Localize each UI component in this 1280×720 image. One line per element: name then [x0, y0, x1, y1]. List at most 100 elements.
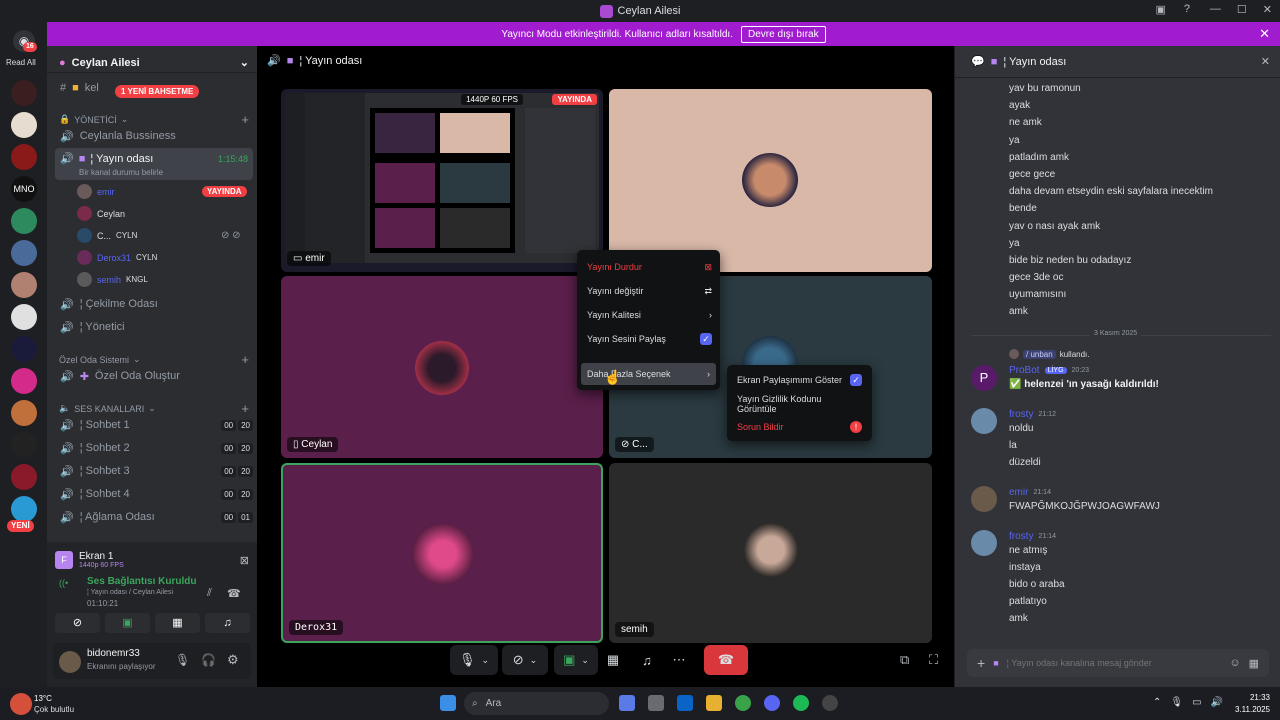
- add-channel-icon[interactable]: +: [241, 401, 249, 416]
- category-ozel[interactable]: Özel Oda Sistemi ⌄ +: [59, 352, 249, 367]
- server-icon[interactable]: [11, 304, 37, 330]
- server-icon[interactable]: [11, 208, 37, 234]
- inbox-icon[interactable]: ▣: [1155, 3, 1165, 16]
- discord-icon[interactable]: [764, 695, 780, 711]
- minimize-button[interactable]: —: [1210, 3, 1221, 16]
- microphone-icon[interactable]: 🎙: [175, 653, 190, 667]
- noise-suppression-icon[interactable]: ⫽: [207, 587, 212, 600]
- emoji-picker-icon[interactable]: ☺: [1229, 657, 1240, 669]
- fullscreen-icon[interactable]: ⛶: [929, 652, 938, 668]
- author-name[interactable]: emir: [1009, 487, 1028, 498]
- voice-user[interactable]: Derox31 CYLN: [77, 250, 157, 265]
- show-my-share-item[interactable]: Ekran Paylaşımımı Göster ✓: [737, 369, 862, 391]
- start-icon[interactable]: [440, 695, 456, 711]
- command-mention[interactable]: / unban: [1023, 349, 1056, 359]
- channel-voice[interactable]: 🔊 ¦ Sohbet 2 00 20: [55, 438, 253, 458]
- voice-user[interactable]: semih KNGL: [77, 272, 148, 287]
- change-stream-item[interactable]: Yayını değiştir ⇄: [587, 280, 712, 302]
- server-icon[interactable]: MNO: [11, 176, 37, 202]
- channel-cekilme[interactable]: 🔊 ¦ Çekilme Odası: [55, 294, 253, 314]
- channel-voice[interactable]: 🔊 ¦ Sohbet 1 00 20: [55, 415, 253, 435]
- stop-stream-item[interactable]: Yayını Durdur ⊠: [587, 256, 712, 278]
- stream-tile[interactable]: 1440P 60 FPS YAYINDA ▭ emir: [281, 89, 603, 272]
- privacy-code-item[interactable]: Yayın Gizlilik Kodunu Görüntüle: [737, 393, 862, 415]
- message-input[interactable]: [1006, 658, 1222, 668]
- server-icon[interactable]: [11, 80, 37, 106]
- clock-date[interactable]: 3.11.2025: [1222, 705, 1270, 714]
- category-yonetici[interactable]: 🔒 YÖNETİCİ ⌄ +: [59, 112, 249, 127]
- add-attachment-icon[interactable]: +: [977, 655, 985, 671]
- chevron-up-icon[interactable]: ⌃: [1153, 697, 1161, 708]
- soundboard-button[interactable]: ♫: [205, 613, 250, 633]
- server-header[interactable]: ● Ceylan Ailesi ⌄: [59, 56, 249, 70]
- close-banner-icon[interactable]: ✕: [1259, 26, 1270, 42]
- author-name[interactable]: frosty: [1009, 531, 1033, 542]
- avatar[interactable]: [971, 530, 997, 556]
- active-voice-channel[interactable]: 🔊 ■ ¦ Yayın odası 1:15:48 Bir kanal durumu…: [55, 148, 253, 180]
- voice-user[interactable]: emir: [77, 184, 115, 199]
- clock-time[interactable]: 21:33: [1238, 693, 1270, 702]
- store-icon[interactable]: [648, 695, 664, 711]
- app-icon[interactable]: [822, 695, 838, 711]
- screen-share-toggle[interactable]: ▣ ⌄: [554, 645, 598, 675]
- stop-share-icon[interactable]: ⊠: [240, 554, 249, 567]
- channel-voice[interactable]: 🔊 ¦ Sohbet 3 00 20: [55, 461, 253, 481]
- channel-voice[interactable]: 🔊 ¦ Ağlama Odası 00 01: [55, 507, 253, 527]
- help-icon[interactable]: ?: [1184, 3, 1190, 16]
- voice-status[interactable]: Ses Bağlantısı Kuruldu: [87, 576, 196, 587]
- settings-icon[interactable]: ⚙: [227, 652, 239, 668]
- voice-channel-info[interactable]: ¦ Yayın odası / Ceylan Ailesi: [87, 589, 173, 596]
- video-tile[interactable]: [609, 89, 932, 272]
- disable-streamer-mode-button[interactable]: Devre dışı bırak: [741, 25, 826, 43]
- video-tile[interactable]: semih: [609, 463, 932, 643]
- read-all-button[interactable]: Read All: [6, 58, 36, 67]
- avatar[interactable]: [971, 408, 997, 434]
- server-icon[interactable]: [11, 272, 37, 298]
- activities-button[interactable]: ▦: [600, 645, 626, 675]
- probot-avatar[interactable]: P: [971, 365, 997, 391]
- copilot-icon[interactable]: [619, 695, 635, 711]
- server-icon[interactable]: [11, 112, 37, 138]
- channel-bussiness[interactable]: 🔊 Ceylanla Bussiness: [55, 126, 253, 146]
- screen-share-button[interactable]: ▣: [105, 613, 150, 633]
- server-icon[interactable]: [11, 496, 37, 522]
- channel-status[interactable]: Bir kanal durumu belirle: [79, 168, 163, 177]
- camera-button[interactable]: ⊘: [55, 613, 100, 633]
- category-ses[interactable]: 🔈 SES KANALLARI ⌄ +: [59, 401, 249, 416]
- share-audio-item[interactable]: Yayın Sesini Paylaş ✓: [587, 328, 712, 350]
- voice-user[interactable]: Ceylan: [77, 206, 125, 221]
- new-mention-pill[interactable]: 1 YENİ BAHSETME: [115, 85, 200, 98]
- add-channel-icon[interactable]: +: [241, 352, 249, 367]
- add-channel-icon[interactable]: +: [241, 112, 249, 127]
- stream-quality-item[interactable]: Yayın Kalitesi ›: [587, 304, 712, 326]
- microphone-icon[interactable]: 🎙: [1170, 697, 1183, 708]
- more-options-item[interactable]: Daha Fazla Seçenek ›: [581, 363, 716, 385]
- more-button[interactable]: ⋯: [666, 645, 692, 675]
- microphone-toggle[interactable]: 🎙 ⌄: [450, 645, 498, 675]
- popout-icon[interactable]: ⧉: [900, 652, 909, 668]
- server-icon[interactable]: [11, 144, 37, 170]
- folder-icon[interactable]: [706, 695, 722, 711]
- disconnect-button[interactable]: ☎: [704, 645, 748, 675]
- author-name[interactable]: ProBot: [1009, 365, 1040, 376]
- avatar[interactable]: [59, 651, 81, 673]
- server-icon[interactable]: [11, 240, 37, 266]
- close-chat-icon[interactable]: ✕: [1261, 55, 1280, 68]
- author-name[interactable]: frosty: [1009, 409, 1033, 420]
- server-icon[interactable]: [11, 336, 37, 362]
- channel-ozel-olustur[interactable]: 🔊 ✚ Özel Oda Oluştur: [55, 366, 253, 386]
- channel-yonetici[interactable]: 🔊 ¦ Yönetici: [55, 317, 253, 337]
- outlook-icon[interactable]: [677, 695, 693, 711]
- maximize-button[interactable]: ☐: [1237, 3, 1247, 16]
- video-tile-speaking[interactable]: Derox31: [281, 463, 603, 643]
- server-icon[interactable]: [11, 432, 37, 458]
- network-icon[interactable]: ▭: [1192, 697, 1201, 708]
- channel-voice[interactable]: 🔊 ¦ Sohbet 4 00 20: [55, 484, 253, 504]
- spotify-icon[interactable]: [793, 695, 809, 711]
- search-box[interactable]: ⌕ Ara: [464, 692, 609, 715]
- server-icon[interactable]: [11, 368, 37, 394]
- voice-user[interactable]: C... CYLN: [77, 228, 137, 243]
- soundboard-button[interactable]: ♫: [634, 645, 660, 675]
- apps-icon[interactable]: ▦: [1249, 657, 1259, 670]
- camera-toggle[interactable]: ⊘ ⌄: [502, 645, 548, 675]
